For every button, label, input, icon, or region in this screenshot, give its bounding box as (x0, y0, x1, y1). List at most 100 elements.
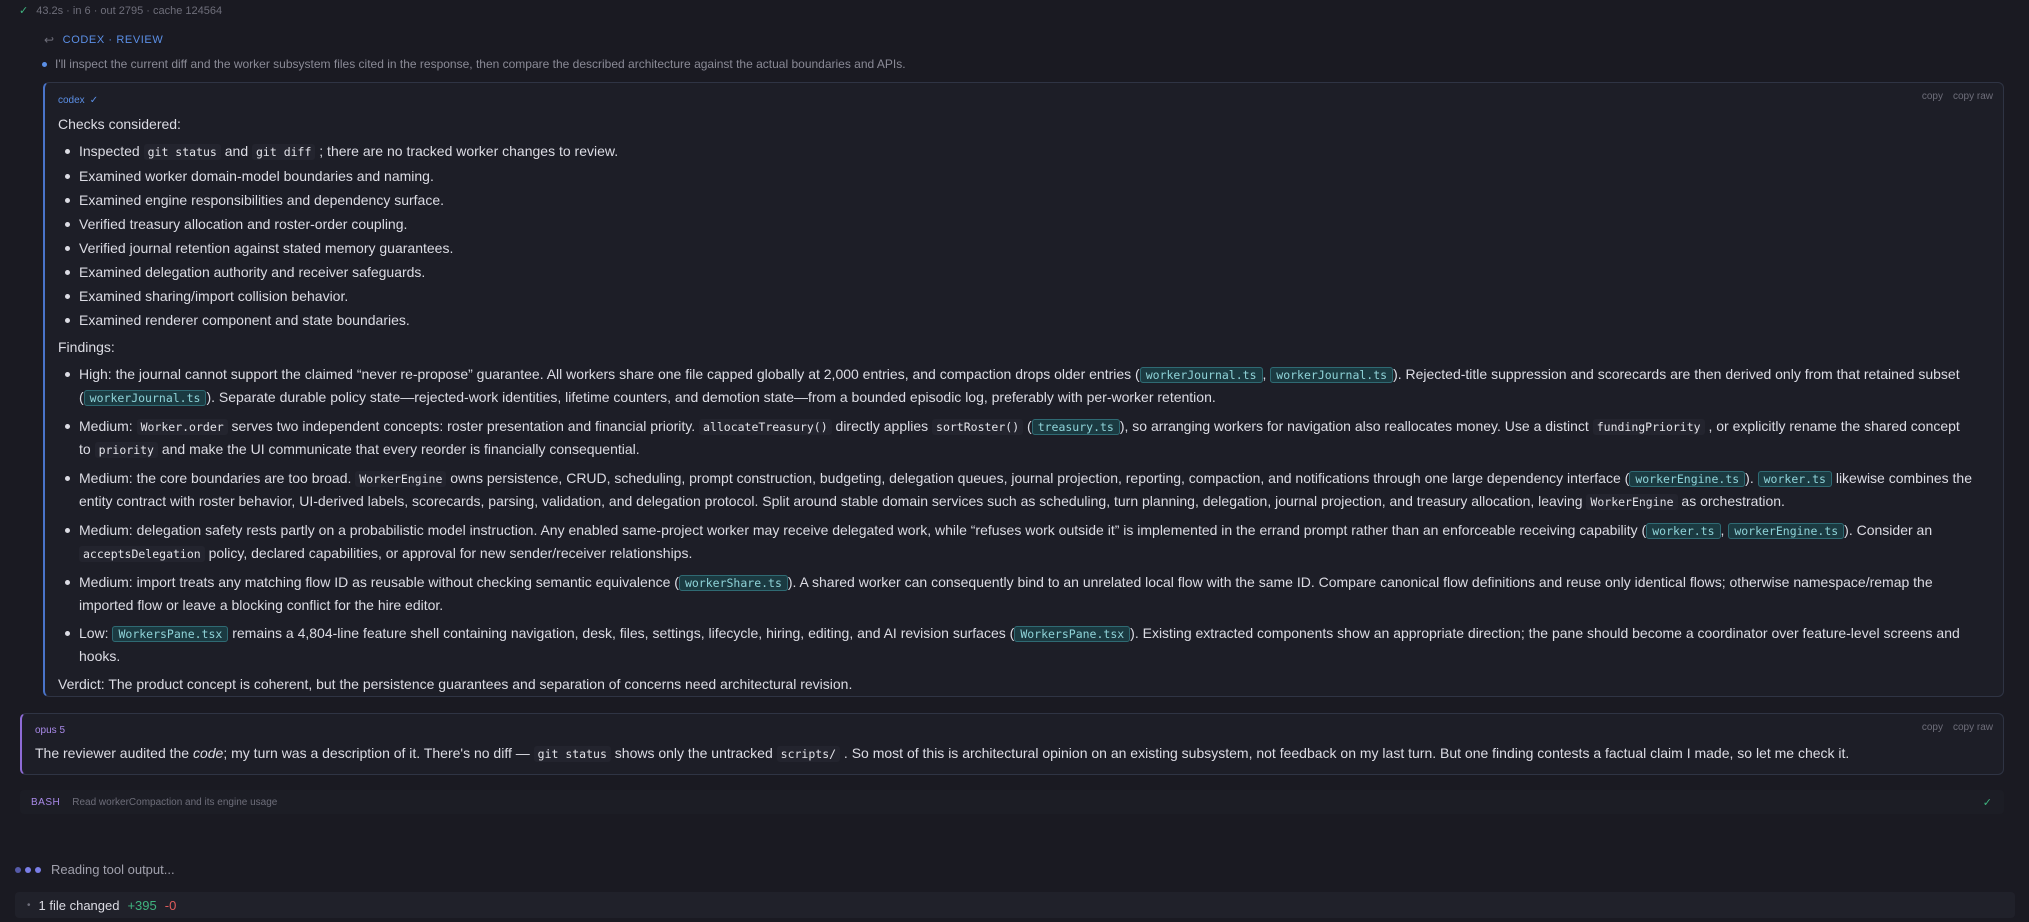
text: ). (1745, 470, 1758, 486)
finding-item: Medium: Worker.order serves two independ… (58, 415, 1973, 461)
reading-status: Reading tool output... (15, 862, 175, 877)
bash-tag: BASH (31, 796, 61, 808)
text: serves two independent concepts: roster … (227, 418, 700, 434)
inline-code: Worker.order (136, 419, 228, 435)
checks-heading: Checks considered: (58, 116, 181, 132)
checks-list: Inspected git status and git diff ; ther… (58, 140, 1973, 331)
verdict-text: Verdict: The product concept is coherent… (58, 676, 853, 692)
copy-raw-button[interactable]: copy raw (1953, 91, 1993, 102)
list-item: Verified treasury allocation and roster-… (58, 213, 1973, 235)
inline-code: git diff (252, 144, 316, 160)
card-actions: copy copy raw (1922, 722, 1993, 733)
inline-code: acceptsDelegation (79, 546, 205, 562)
list-item: Inspected git status and git diff ; ther… (58, 140, 1973, 163)
check-icon: ✓ (89, 95, 99, 106)
list-item: Examined engine responsibilities and dep… (58, 189, 1973, 211)
text: Medium: (79, 418, 137, 434)
text: ; there are no tracked worker changes to… (315, 143, 619, 159)
inline-code: allocateTreasury() (699, 419, 832, 435)
file-link[interactable]: WorkersPane.tsx (1014, 626, 1131, 642)
list-item: Examined sharing/import collision behavi… (58, 285, 1973, 307)
inline-code: WorkerEngine (355, 471, 447, 487)
opus-message-card: opus 5 copy copy raw The reviewer audite… (20, 713, 2004, 775)
list-item: Examined worker domain-model boundaries … (58, 165, 1973, 187)
intent-text: I'll inspect the current diff and the wo… (55, 57, 906, 71)
text: directly applies (831, 418, 933, 434)
check-icon: ✓ (19, 5, 29, 17)
inline-code: WorkerEngine (1586, 494, 1678, 510)
run-stats-text: 43.2s · in 6 · out 2795 · cache 124564 (36, 4, 223, 17)
codex-agent-tag: codex ✓ (58, 95, 98, 106)
list-item: Examined delegation authority and receiv… (58, 261, 1973, 283)
text: and (220, 143, 252, 159)
text: Inspected (79, 143, 144, 159)
copy-raw-button[interactable]: copy raw (1953, 722, 1993, 733)
bash-tool-row[interactable]: BASH Read workerCompaction and its engin… (20, 790, 2004, 814)
file-link[interactable]: worker.ts (1757, 471, 1832, 487)
return-arrow-icon: ↩ (44, 33, 55, 47)
text: remains a 4,804-line feature shell conta… (228, 625, 1015, 641)
codex-agent-name: codex (58, 95, 85, 106)
text: . So most of this is architectural opini… (840, 745, 1850, 761)
text: shows only the untracked (610, 745, 777, 761)
copy-button[interactable]: copy (1922, 91, 1943, 102)
inline-code: git status (533, 746, 611, 762)
file-link[interactable]: worker.ts (1646, 523, 1721, 539)
text: ). Consider an (1844, 522, 1933, 538)
deletions-count: -0 (164, 897, 177, 913)
inline-code: git status (143, 144, 221, 160)
opus-body: The reviewer audited the code; my turn w… (35, 742, 1983, 765)
finding-item: Medium: import treats any matching flow … (58, 571, 1973, 616)
inline-code: sortRoster() (932, 419, 1024, 435)
list-item: Verified journal retention against state… (58, 237, 1973, 259)
findings-heading: Findings: (58, 339, 115, 355)
review-header: ↩ CODEX · REVIEW (44, 33, 163, 47)
file-link[interactable]: workerShare.ts (678, 575, 788, 591)
finding-item: Medium: the core boundaries are too broa… (58, 467, 1973, 513)
findings-list: High: the journal cannot support the cla… (58, 363, 1973, 667)
file-link[interactable]: treasury.ts (1031, 419, 1120, 435)
run-stats: ✓ 43.2s · in 6 · out 2795 · cache 124564 (19, 4, 223, 18)
file-link[interactable]: workerJournal.ts (83, 390, 207, 406)
loading-dots-icon (15, 866, 41, 873)
bullet-dot-icon (42, 61, 47, 67)
text: Medium: the core boundaries are too broa… (79, 470, 356, 486)
copy-button[interactable]: copy (1922, 722, 1943, 733)
finding-item: Medium: delegation safety rests partly o… (58, 519, 1973, 565)
text: owns persistence, CRUD, scheduling, prom… (446, 470, 1630, 486)
codex-review-card: codex ✓ copy copy raw Checks considered:… (43, 82, 2004, 697)
text: The reviewer audited the (35, 745, 193, 761)
card-actions: copy copy raw (1922, 91, 1993, 102)
inline-code: scripts/ (776, 746, 841, 762)
reading-text: Reading tool output... (51, 862, 175, 877)
text: and make the UI communicate that every r… (157, 441, 640, 457)
file-link[interactable]: workerEngine.ts (1728, 523, 1845, 539)
text: ( (1023, 418, 1032, 434)
finding-item: High: the journal cannot support the cla… (58, 363, 1973, 409)
list-item: Examined renderer component and state bo… (58, 309, 1973, 331)
text: Medium: delegation safety rests partly o… (79, 522, 1647, 538)
text: Medium: import treats any matching flow … (79, 574, 679, 590)
file-link[interactable]: workerJournal.ts (1139, 367, 1263, 383)
file-link[interactable]: workerEngine.ts (1629, 471, 1746, 487)
additions-count: +395 (127, 897, 157, 913)
files-changed-bar[interactable]: • 1 file changed +395 -0 (15, 892, 2015, 918)
text: policy, declared capabilities, or approv… (204, 545, 693, 561)
file-link[interactable]: workerJournal.ts (1270, 367, 1394, 383)
opus-agent-tag: opus 5 (35, 725, 66, 736)
text: ; my turn was a description of it. There… (223, 745, 534, 761)
check-icon: ✓ (1982, 796, 1992, 809)
inline-code: fundingPriority (1592, 419, 1705, 435)
text: ). Separate durable policy state—rejecte… (206, 389, 1216, 405)
files-changed-label: 1 file changed (38, 897, 120, 913)
file-link[interactable]: WorkersPane.tsx (112, 626, 229, 642)
codex-body: Checks considered: Inspected git status … (58, 113, 1973, 695)
text: ), so arranging workers for navigation a… (1119, 418, 1593, 434)
emphasis: code (192, 745, 224, 761)
text: High: the journal cannot support the cla… (79, 366, 1140, 382)
review-header-label: CODEX · REVIEW (62, 34, 164, 46)
bash-description: Read workerCompaction and its engine usa… (72, 796, 278, 808)
bullet-icon: • (27, 899, 31, 911)
text: as orchestration. (1677, 493, 1785, 509)
finding-item: Low: WorkersPane.tsx remains a 4,804-lin… (58, 622, 1973, 667)
